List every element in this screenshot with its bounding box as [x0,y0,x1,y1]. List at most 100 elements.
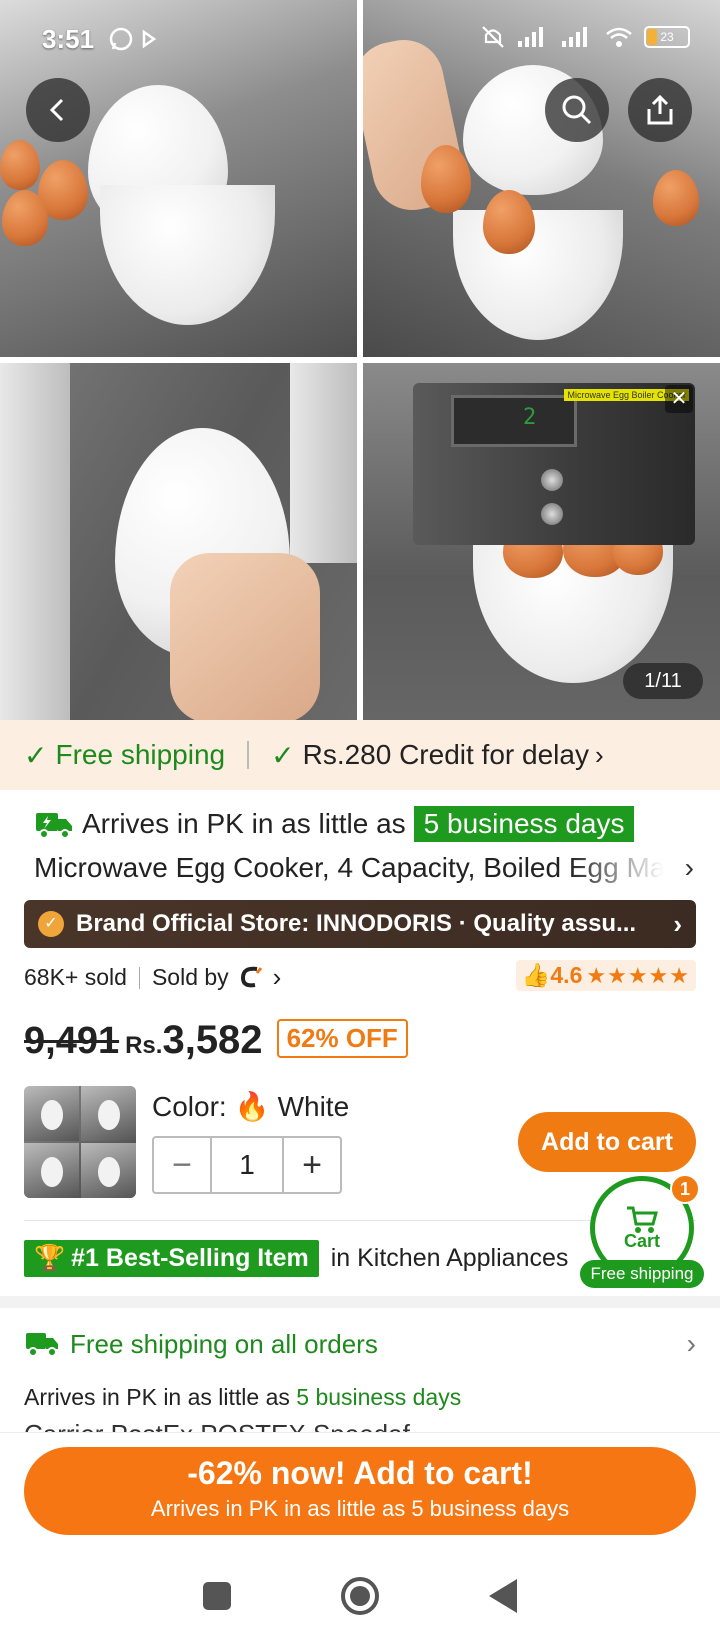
egg [2,190,48,246]
system-navigation-bar [0,1552,720,1640]
status-bar: 3:51 23 [0,0,720,78]
color-selector[interactable]: Color: 🔥 White [152,1090,349,1123]
cart-count-badge: 1 [670,1174,700,1204]
chevron-right-icon: › [686,1328,696,1359]
battery-icon: 23 [644,26,690,48]
verified-badge-icon: ✓ [38,911,64,937]
best-selling-row[interactable]: 🏆 #1 Best-Selling Item in Kitchen Applia… [24,1240,568,1277]
microwave-knob [541,469,563,491]
video-preview[interactable]: 2 Microwave Egg Boiler Cooker ✕ [413,383,695,545]
best-selling-category: in Kitchen Appliances [330,1244,569,1272]
check-icon: ✓ [271,739,295,771]
play-icon [142,29,157,49]
best-selling-badge: 🏆 #1 Best-Selling Item [24,1240,319,1277]
chevron-right-icon: › [594,739,604,770]
product-title: Microwave Egg Cooker, 4 Capacity, Boiled… [34,852,664,883]
section-separator [0,1296,720,1308]
mute-bell-icon [482,26,504,48]
color-value: White [277,1090,350,1122]
arrival-info: Arrives in PK in as little as 5 business… [34,806,635,842]
shipping-arrival-info: Arrives in PK in as little as 5 business… [24,1384,461,1411]
fast-truck-icon [36,813,72,839]
price-row: 9,491 Rs. 3,582 62% OFF [24,1018,408,1064]
thumbs-up-icon: 👍 [521,962,551,988]
back-button[interactable] [26,78,90,142]
cta-sub-text: Arrives in PK in as little as 5 business… [150,1496,570,1521]
best-selling-label: #1 Best-Selling Item [71,1244,309,1272]
sale-price: 3,582 [162,1018,263,1062]
quantity-stepper[interactable]: − 1 + [152,1136,342,1194]
discount-badge: 62% OFF [276,1019,408,1058]
truck-icon [26,1333,58,1357]
free-shipping-label: Free shipping [55,739,226,770]
original-price: 9,491 [24,1020,120,1062]
chevron-right-icon: › [272,962,282,992]
share-button[interactable] [628,78,692,142]
bottom-add-to-cart-button[interactable]: -62% now! Add to cart! Arrives in PK in … [24,1447,696,1535]
gallery-page-counter: 1/11 [623,663,703,699]
egg [0,140,40,190]
back-nav-button[interactable] [489,1579,517,1613]
status-system-icons: 23 [480,24,690,50]
egg-cooker-bowl [453,210,623,340]
divider [247,741,250,769]
floating-cart-button[interactable]: Cart 1 Free shipping [580,1174,704,1288]
quantity-value[interactable]: 1 [210,1138,284,1192]
chevron-left-icon [49,98,64,122]
close-icon[interactable]: ✕ [665,385,693,413]
status-notification-icons [108,26,160,52]
microwave-knob [541,503,563,525]
arrival-prefix: Arrives in PK in as little as [24,1384,290,1410]
shipping-details-row[interactable]: Free shipping on all orders › [24,1328,696,1360]
brand-store-bar[interactable]: ✓ Brand Official Store: INNODORIS · Qual… [24,900,696,948]
gallery-image-3 [0,363,357,720]
rating-badge[interactable]: 👍 4.6 ★★★★★ [515,960,696,991]
rating-stars: ★★★★★ [586,962,690,988]
egg [421,145,471,213]
sold-by-label: Sold by [151,964,229,990]
arrival-days: 5 business days [296,1384,462,1410]
recent-apps-button[interactable] [203,1582,231,1610]
wifi-icon [606,27,632,47]
credit-for-delay-label: Rs.280 Credit for delay [302,739,589,770]
product-title-row[interactable]: Microwave Egg Cooker, 4 Capacity, Boiled… [34,852,694,884]
color-label: Color: [152,1090,227,1122]
increase-quantity-button[interactable]: + [284,1146,340,1185]
bottom-cta-area: -62% now! Add to cart! Arrives in PK in … [0,1432,720,1552]
microwave-display [451,395,577,447]
status-time: 3:51 [42,24,95,54]
search-icon [562,95,592,125]
trophy-icon: 🏆 [34,1244,66,1272]
microwave-panel [290,363,357,563]
egg [483,190,535,254]
search-button[interactable] [545,78,609,142]
signal-icon [518,27,543,47]
chevron-right-icon: › [684,852,694,883]
arrival-prefix: Arrives in PK in as little as [82,808,406,839]
home-button[interactable] [341,1577,379,1615]
product-gallery[interactable]: 2 Microwave Egg Boiler Cooker ✕ 3:51 23 [0,0,720,720]
cart-label: Cart [623,1230,660,1251]
flame-icon: 🔥 [234,1091,270,1122]
shipping-banner[interactable]: ✓ Free shipping ✓ Rs.280 Credit for dela… [0,720,720,790]
egg [653,170,699,226]
currency-label: Rs. [125,1032,163,1059]
carrier-info-partial: Carrier PostEx POSTEX Speedaf [24,1420,696,1432]
cart-free-shipping-label: Free shipping [580,1260,704,1288]
whatsapp-icon [109,27,133,51]
microwave-door [0,363,70,720]
decrease-quantity-button[interactable]: − [154,1146,210,1185]
add-to-cart-button[interactable]: Add to cart [518,1112,696,1172]
rating-value: 4.6 [550,962,583,988]
video-display-digit: 2 [523,405,537,430]
variant-thumbnail[interactable] [24,1086,136,1198]
egg-cooker-bowl [100,185,275,325]
chevron-right-icon: › [673,908,682,939]
share-icon [647,94,673,125]
battery-level: 23 [660,30,674,44]
cta-main-text: -62% now! Add to cart! [187,1455,533,1491]
check-icon: ✓ [24,739,48,771]
sold-info[interactable]: 68K+ sold Sold by › [24,962,281,993]
seller-logo-icon [240,966,262,987]
divider [138,966,140,989]
